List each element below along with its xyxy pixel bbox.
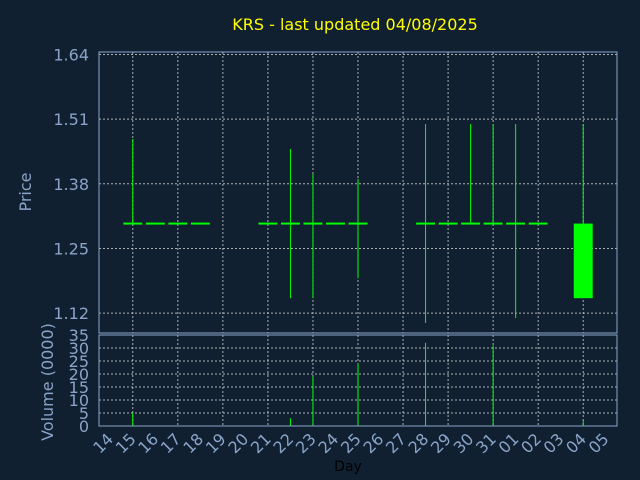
candle-body xyxy=(258,222,278,225)
chart-title: KRS - last updated 04/08/2025 xyxy=(232,15,478,34)
chart-svg: KRS - last updated 04/08/2025 1.641.511.… xyxy=(16,15,618,475)
x-axis-label: Day xyxy=(334,459,362,475)
candle-body xyxy=(145,222,165,225)
candle-body xyxy=(190,222,210,225)
candle-body xyxy=(528,222,548,225)
price-tick-label: 1.64 xyxy=(53,45,89,64)
candle-body xyxy=(348,222,368,225)
candle-body xyxy=(506,222,526,225)
price-axis-label: Price xyxy=(16,172,35,211)
volume-panel: 35302520151050 xyxy=(69,326,618,436)
candle-body xyxy=(438,222,458,225)
volume-axis-label: Volume (0000) xyxy=(38,323,57,441)
chart-root: KRS - last updated 04/08/2025 1.64 1.51 1.… xyxy=(0,0,640,480)
candle-body xyxy=(303,222,323,225)
candle-body xyxy=(280,222,300,225)
candle-body xyxy=(416,222,436,225)
x-tick-labels: 1415161718192021222324252627282930310102… xyxy=(89,429,612,457)
price-tick-label: 1.38 xyxy=(53,175,89,194)
price-tick-label: 1.25 xyxy=(53,239,89,258)
volume-tick-label: 0 xyxy=(79,417,89,436)
candle-body xyxy=(483,222,503,225)
x-tick-label: 05 xyxy=(585,429,613,457)
candle-body xyxy=(573,223,593,299)
candle-body xyxy=(461,222,481,225)
candle-body xyxy=(326,222,345,225)
price-tick-label: 1.12 xyxy=(53,304,89,323)
price-panel: 1.64 1.51 1.38 1.25 1.12 xyxy=(53,45,618,334)
price-tick-label: 1.51 xyxy=(53,110,89,129)
candle-body xyxy=(123,222,143,225)
candle-body xyxy=(168,222,188,225)
